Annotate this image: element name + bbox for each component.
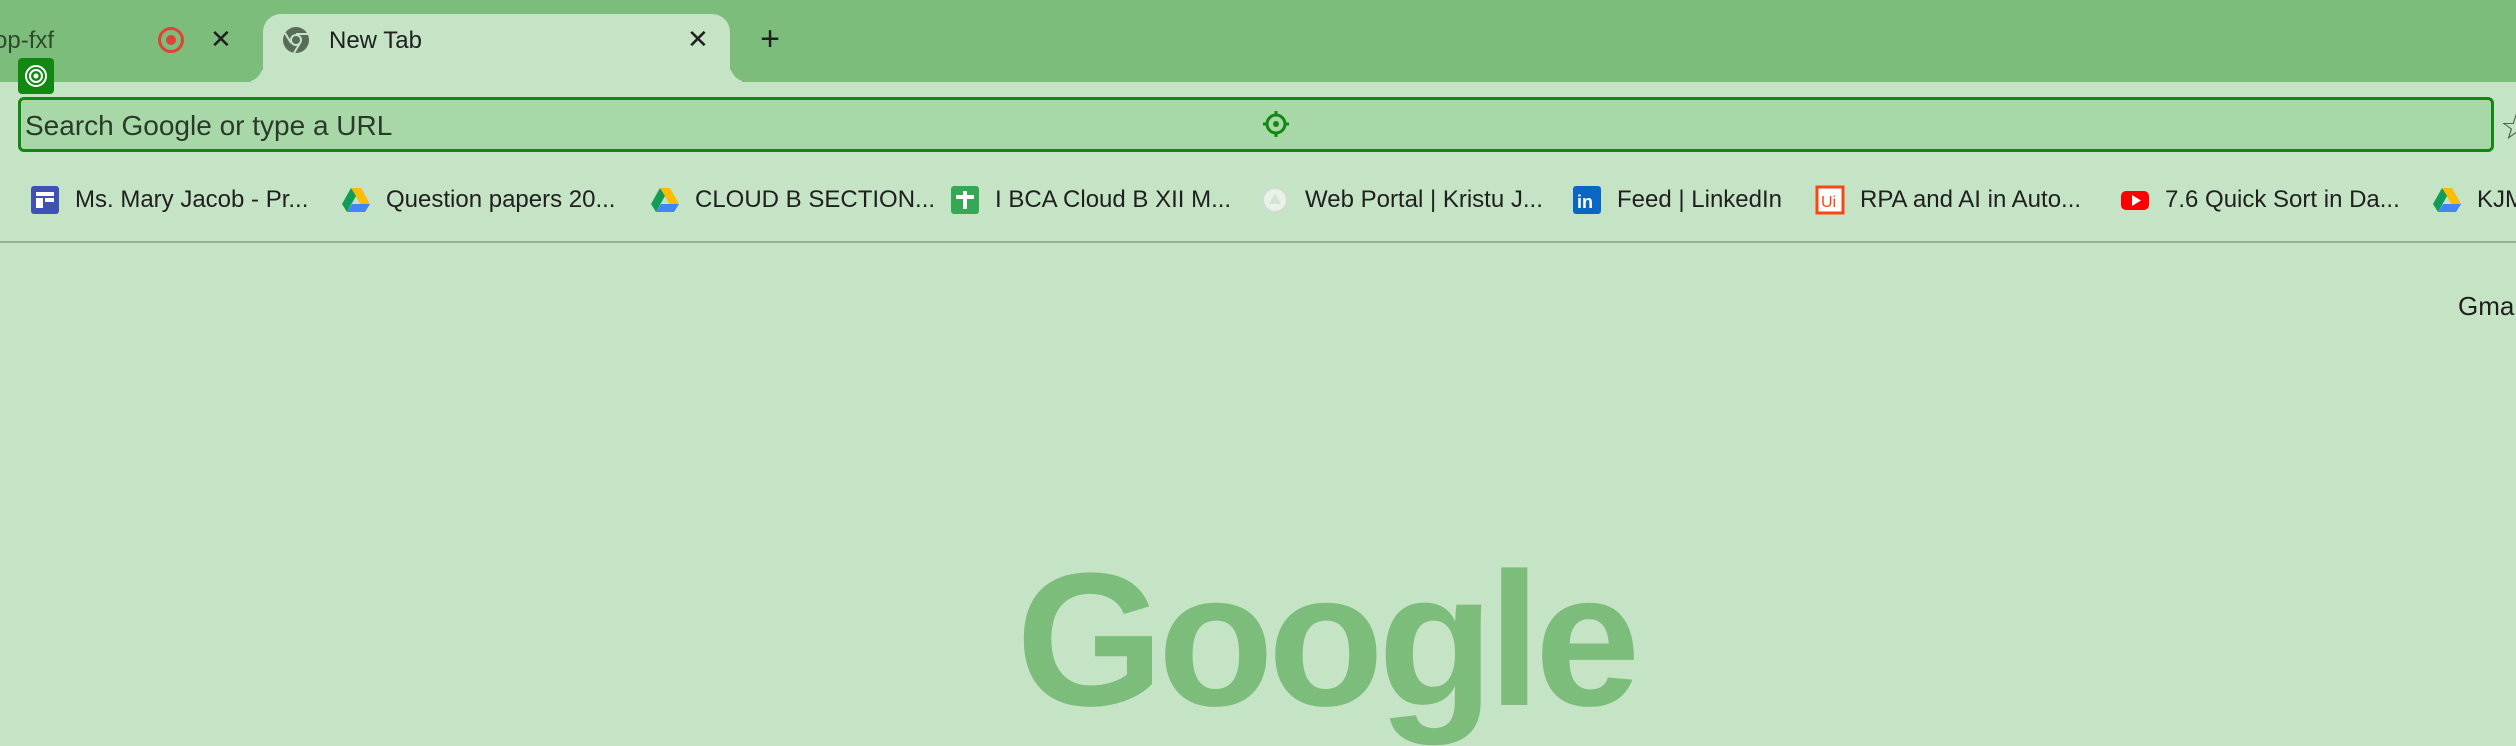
address-bar[interactable]: Search Google or type a URL xyxy=(18,97,2494,152)
google-classroom-icon xyxy=(31,186,59,214)
close-tab-button[interactable]: ✕ xyxy=(210,24,232,54)
bookmark-label: KJM xyxy=(2477,186,2516,213)
bookmark-label: Question papers 20... xyxy=(386,186,616,213)
chrome-icon xyxy=(283,27,309,54)
tab-strip: op-fxf ✕ New Tab ✕ + xyxy=(0,0,2516,82)
close-tab-button[interactable]: ✕ xyxy=(687,24,709,54)
google-drive-icon xyxy=(651,188,679,212)
tab-title: op-fxf xyxy=(0,27,55,54)
bookmark-label: RPA and AI in Auto... xyxy=(1860,186,2082,213)
crosshair-icon[interactable] xyxy=(1261,109,1291,139)
svg-text:Ui: Ui xyxy=(1821,194,1836,211)
bookmark-label: 7.6 Quick Sort in Da... xyxy=(2165,186,2400,213)
web-portal-icon xyxy=(1262,187,1288,213)
youtube-icon xyxy=(2121,191,2149,210)
google-drive-icon xyxy=(2433,188,2461,212)
google-logo: Google xyxy=(1016,534,1640,746)
google-drive-icon xyxy=(342,188,370,212)
record-icon xyxy=(158,27,184,53)
svg-text:in: in xyxy=(1577,192,1593,212)
google-sheets-icon xyxy=(951,186,979,214)
gmail-link[interactable]: Gmail xyxy=(2458,291,2516,322)
bookmark-label: I BCA Cloud B XII M... xyxy=(995,186,1232,213)
bookmarks-bar: Ms. Mary Jacob - Pr... Question papers 2… xyxy=(0,160,2516,243)
toolbar: Search Google or type a URL ☆ xyxy=(0,82,2516,160)
linkedin-icon: in xyxy=(1573,186,1601,214)
new-tab-button[interactable]: + xyxy=(750,19,790,59)
bookmark-label: CLOUD B SECTION... xyxy=(695,186,936,213)
tab-title: New Tab xyxy=(329,27,422,54)
bookmark-label: Feed | LinkedIn xyxy=(1617,186,1783,213)
tab-new-tab[interactable]: New Tab ✕ xyxy=(263,14,730,82)
uipath-icon: Ui xyxy=(1815,185,1845,215)
address-bar-placeholder: Search Google or type a URL xyxy=(25,110,393,141)
bookmark-label: Web Portal | Kristu J... xyxy=(1305,186,1543,213)
bookmark-label: Ms. Mary Jacob - Pr... xyxy=(75,186,309,213)
bookmark-star-icon[interactable]: ☆ xyxy=(2500,106,2516,148)
target-badge-icon[interactable] xyxy=(18,58,54,94)
